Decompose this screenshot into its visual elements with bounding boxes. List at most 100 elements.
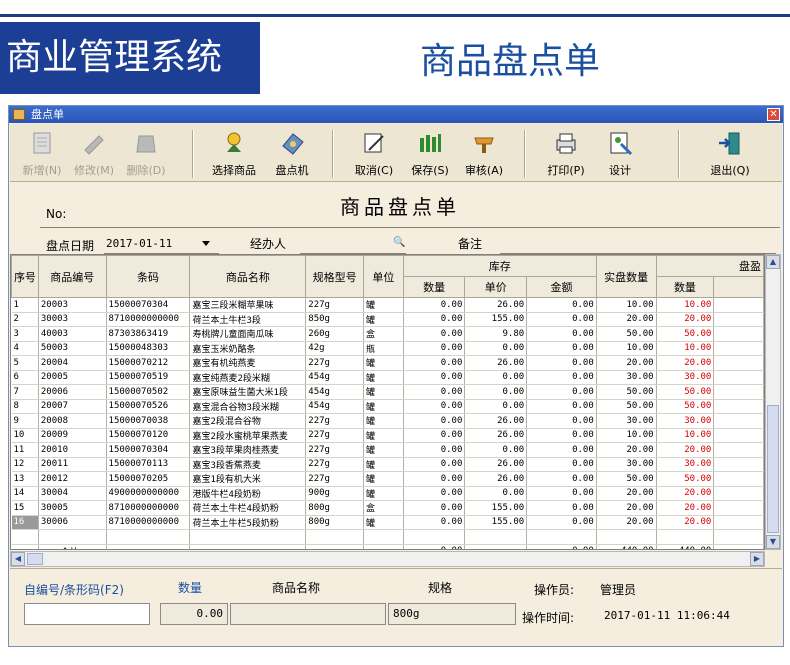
cell-actual[interactable]: 20.00 (596, 515, 657, 530)
cell-empty[interactable] (713, 442, 764, 458)
cell-spec[interactable]: 227g (305, 442, 364, 458)
window-titlebar[interactable]: 盘点单 ✕ (9, 106, 783, 123)
cell-actual[interactable]: 20.00 (596, 312, 657, 327)
cell-empty[interactable] (713, 326, 764, 342)
toolbar-button-edit[interactable]: 修改(M) (66, 128, 122, 180)
table-row[interactable]: 15 30005 8710000000000 荷兰本土牛栏4段奶粉 800g 盒 0.00 1… (11, 500, 764, 516)
col-header[interactable]: 规格型号 (305, 255, 364, 298)
vertical-scrollbar[interactable]: ▲ ▼ (765, 254, 781, 550)
table-row[interactable]: 13 20012 15000070205 嘉宝1段有机大米 227g 罐 0.00 26.00… (11, 471, 764, 487)
cell-actual[interactable]: 50.00 (596, 326, 657, 342)
table-row[interactable]: 12 20011 15000070113 嘉宝3段香蕉燕麦 227g 罐 0.00 26.00… (11, 457, 764, 472)
cell-idx[interactable]: 15 (11, 500, 39, 516)
col-header[interactable]: 实盘数量 (595, 255, 657, 298)
cell-name[interactable]: 嘉宝3段苹果肉桂燕麦 (189, 442, 307, 458)
cell-idx[interactable]: 5 (11, 355, 39, 371)
date-field[interactable]: 2017-01-11 (106, 237, 172, 250)
cell-spec[interactable]: 454g (305, 399, 364, 414)
cell-empty[interactable] (713, 500, 764, 516)
toolbar-button-delete[interactable]: 删除(D) (118, 128, 174, 180)
cell-qty[interactable]: 0.00 (403, 442, 466, 458)
cell-price[interactable]: 0.00 (464, 370, 528, 385)
cell-empty[interactable] (713, 486, 764, 501)
cell-empty[interactable] (526, 529, 597, 545)
toolbar-button-select-goods[interactable]: 选择商品 (206, 128, 262, 180)
cell-spec[interactable]: 454g (305, 370, 364, 385)
cell-price[interactable]: 26.00 (464, 428, 528, 443)
cell-gain[interactable]: 30.00 (656, 457, 715, 472)
cell-unit[interactable]: 盒 (363, 326, 404, 342)
cell-unit[interactable]: 罐 (363, 399, 404, 414)
cell-barcode[interactable]: 15000070519 (106, 370, 191, 385)
col-header[interactable]: 条码 (105, 255, 191, 298)
cell-idx[interactable]: 12 (11, 457, 39, 472)
cell-code[interactable]: 30006 (38, 515, 107, 530)
cell-empty[interactable] (713, 341, 764, 356)
cell-spec[interactable]: 227g (305, 457, 364, 472)
cell-empty[interactable] (713, 471, 764, 487)
cell-code[interactable]: 30004 (38, 486, 107, 501)
cell-actual[interactable]: 30.00 (596, 370, 657, 385)
cell-unit[interactable]: 盒 (363, 500, 404, 516)
cell-code[interactable]: 30005 (38, 500, 107, 516)
cell-price[interactable]: 0.00 (464, 341, 528, 356)
cell-gain[interactable]: 30.00 (656, 370, 715, 385)
cell-price[interactable]: 0.00 (464, 442, 528, 458)
cell-spec[interactable]: 227g (305, 413, 364, 429)
cell-qty[interactable]: 0.00 (403, 370, 466, 385)
cell-code[interactable]: 20003 (38, 297, 107, 313)
cell-actual[interactable]: 20.00 (596, 486, 657, 501)
cell-amount[interactable]: 0.00 (526, 370, 597, 385)
cell-gain[interactable]: 20.00 (656, 355, 715, 371)
table-row[interactable]: 3 40003 87303863419 寿桃牌儿童面南瓜味 260g 盒 0.00 9.80 0… (11, 326, 764, 342)
cell-actual[interactable]: 20.00 (596, 355, 657, 371)
cell-gain[interactable]: 50.00 (656, 399, 715, 414)
cell-empty[interactable] (713, 370, 764, 385)
cell-spec[interactable]: 900g (305, 486, 364, 501)
cell-unit[interactable]: 罐 (363, 312, 404, 327)
cell-name[interactable]: 嘉宝原味益生菌大米1段 (189, 384, 307, 400)
cell-amount[interactable]: 0.00 (526, 486, 597, 501)
chevron-down-icon[interactable] (202, 241, 210, 246)
cell-price[interactable]: 0.00 (464, 399, 528, 414)
cell-empty[interactable] (713, 384, 764, 400)
cell-amount[interactable]: 0.00 (526, 515, 597, 530)
cell-barcode[interactable]: 8710000000000 (106, 312, 191, 327)
cell-barcode[interactable]: 15000070304 (106, 297, 191, 313)
horizontal-scrollbar[interactable]: ◀ ▶ (10, 551, 765, 567)
cell-code[interactable]: 20011 (38, 457, 107, 472)
table-row[interactable]: 14 30004 4900000000000 港版牛栏4段奶粉 900g 罐 0.00 0.0… (11, 486, 764, 501)
cell-gain[interactable]: 10.00 (656, 341, 715, 356)
cell-amount[interactable]: 0.00 (526, 326, 597, 342)
cell-idx[interactable]: 2 (11, 312, 39, 327)
cell-spec[interactable]: 227g (305, 297, 364, 313)
col-header[interactable]: 库存 (402, 255, 597, 277)
cell-amount[interactable]: 0.00 (526, 413, 597, 429)
cell-code[interactable]: 20008 (38, 413, 107, 429)
cell-barcode[interactable]: 15000070120 (106, 428, 191, 443)
cell-unit[interactable]: 罐 (363, 471, 404, 487)
cell-unit[interactable]: 罐 (363, 457, 404, 472)
cell-price[interactable]: 26.00 (464, 297, 528, 313)
cell-price[interactable]: 0.00 (464, 486, 528, 501)
cell-barcode[interactable]: 15000070304 (106, 442, 191, 458)
cell-unit[interactable]: 罐 (363, 413, 404, 429)
cell-idx[interactable]: 7 (11, 384, 39, 400)
cell-unit[interactable]: 罐 (363, 428, 404, 443)
cell-unit[interactable]: 罐 (363, 384, 404, 400)
cell-amount[interactable]: 0.00 (526, 457, 597, 472)
cell-actual[interactable]: 20.00 (596, 500, 657, 516)
scroll-thumb[interactable] (767, 405, 779, 533)
cell-price[interactable]: 155.00 (464, 515, 528, 530)
toolbar-button-audit[interactable]: 审核(A) (456, 128, 512, 180)
cell-idx[interactable]: 8 (11, 399, 39, 414)
cell-spec[interactable]: 800g (305, 515, 364, 530)
cell-name[interactable]: 嘉宝3段香蕉燕麦 (189, 457, 307, 472)
cell-spec[interactable]: 454g (305, 384, 364, 400)
cell-barcode[interactable]: 8710000000000 (106, 515, 191, 530)
qty-field[interactable]: 0.00 (160, 603, 228, 625)
cell-code[interactable]: 40003 (38, 326, 107, 342)
table-row[interactable]: 9 20008 15000070038 嘉宝2段混合谷物 227g 罐 0.00 26.00 0… (11, 413, 764, 429)
cell-code[interactable]: 20010 (38, 442, 107, 458)
table-row[interactable]: 4 50003 15000048303 嘉宝玉米奶酪条 42g 瓶 0.00 0.00 0.00… (11, 341, 764, 356)
